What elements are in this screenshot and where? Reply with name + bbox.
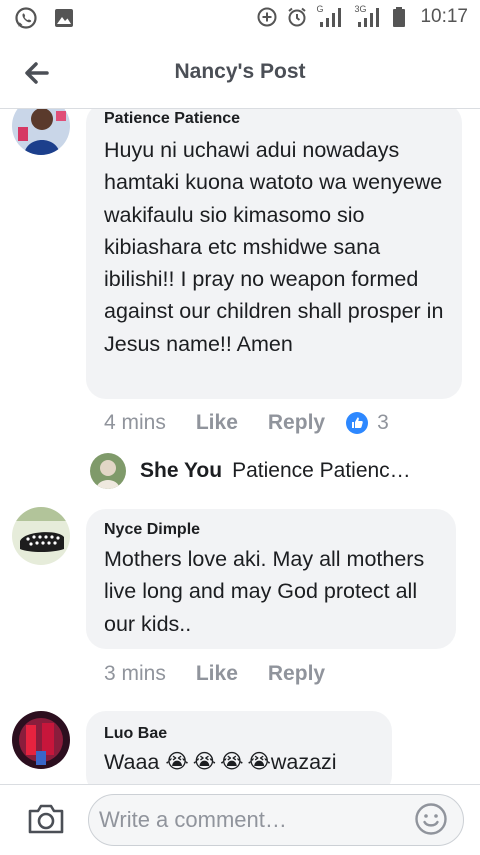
reply-preview[interactable]: She You Patience Patienc… <box>90 453 411 489</box>
comment-author[interactable]: Patience Patience <box>104 110 240 128</box>
comment-time: 4 mins <box>104 411 166 434</box>
avatar[interactable] <box>12 711 70 769</box>
alarm-icon <box>288 7 307 27</box>
comment-composer <box>0 784 480 855</box>
gallery-icon <box>55 9 73 27</box>
crying-face-emoji: 😭 <box>165 751 189 773</box>
comment-bubble[interactable]: Luo Bae Waaa 😭 😭 😭 😭 wazazi <box>86 711 392 784</box>
crying-face-emoji: 😭 <box>247 751 271 773</box>
data-saver-icon <box>257 7 277 27</box>
comment-input[interactable] <box>88 794 464 846</box>
reaction-badge[interactable]: 3 <box>345 411 389 435</box>
camera-icon <box>28 804 64 834</box>
reply-snippet: Patience Patienc… <box>232 459 411 482</box>
page-title: Nancy's Post <box>174 60 306 83</box>
emoji-icon <box>415 803 447 835</box>
reply-button[interactable]: Reply <box>268 662 325 686</box>
comments-feed[interactable]: Patience Patience Huyu ni uchawi adui no… <box>0 109 480 784</box>
signal-icon-2: 3G <box>354 4 384 28</box>
reaction-count: 3 <box>377 411 389 434</box>
like-reaction-icon <box>346 412 369 434</box>
comment-text: Huyu ni uchawi adui nowadays hamtaki kuo… <box>104 138 444 356</box>
comment-text: Mothers love aki. May all mothers live l… <box>104 547 425 636</box>
comment-actions: 3 mins Like Reply <box>104 662 325 686</box>
emoji-button[interactable] <box>414 802 448 836</box>
reply-button[interactable]: Reply <box>268 411 325 435</box>
comment-time: 3 mins <box>104 662 166 685</box>
comment-text-start: Waaa <box>104 750 166 774</box>
comment-actions: 4 mins Like Reply 3 <box>104 411 389 435</box>
avatar <box>90 453 126 489</box>
battery-icon <box>393 7 406 27</box>
comment-author[interactable]: Luo Bae <box>104 725 167 743</box>
comment-bubble[interactable]: Patience Patience Huyu ni uchawi adui no… <box>86 109 462 399</box>
clock: 10:17 <box>420 6 468 27</box>
app-header: Nancy's Post <box>0 38 480 109</box>
camera-button[interactable] <box>26 801 66 837</box>
status-bar: G 3G 10:17 <box>0 0 480 38</box>
reply-author[interactable]: She You <box>140 459 222 483</box>
crying-face-emoji: 😭 <box>220 751 244 773</box>
comment-text-end: wazazi <box>270 750 337 774</box>
avatar[interactable] <box>12 109 70 155</box>
like-button[interactable]: Like <box>196 411 238 435</box>
avatar[interactable] <box>12 507 70 565</box>
crying-face-emoji: 😭 <box>192 751 217 773</box>
comment-text: Waaa 😭 😭 😭 😭 wazazi <box>104 746 394 778</box>
like-button[interactable]: Like <box>196 662 238 686</box>
comment-bubble[interactable]: Nyce Dimple Mothers love aki. May all mo… <box>86 509 456 649</box>
signal-icon-1: G <box>316 4 346 28</box>
whatsapp-icon <box>15 7 37 29</box>
comment-author[interactable]: Nyce Dimple <box>104 521 200 539</box>
